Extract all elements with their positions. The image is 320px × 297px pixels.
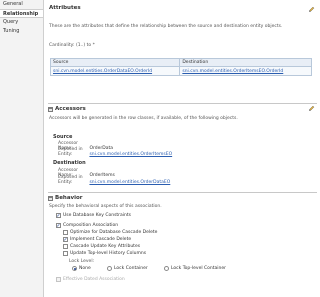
behavior-description: Specify the behavioral aspects of this a… xyxy=(49,204,162,209)
behavior-header[interactable]: − Behavior xyxy=(48,195,83,201)
cascade-update-checkbox[interactable] xyxy=(63,244,68,249)
composition-label: Composition Association xyxy=(63,223,119,228)
implement-cascade-checkbox[interactable]: ✓ xyxy=(63,237,68,242)
implement-cascade-label: Implement Cascade Delete xyxy=(70,237,132,242)
sidebar-item-tuning[interactable]: Tuning xyxy=(0,27,43,36)
collapse-toggle-icon[interactable]: − xyxy=(48,195,53,201)
lock-none-label: None xyxy=(79,266,91,271)
update-history-row[interactable]: Update Top-level History Columns xyxy=(63,251,146,256)
accessors-title: Accessors xyxy=(55,106,86,112)
source-attribute-link[interactable]: sni.cvn.model.entities.OrderDataEO.Order… xyxy=(49,66,181,76)
cardinality-row: Cardinality: (1..) to * xyxy=(49,43,95,48)
lock-top-level-option[interactable]: Lock Top-level Container xyxy=(164,266,226,271)
use-db-constraints-label: Use Database Key Constraints xyxy=(63,213,132,218)
lock-container-option[interactable]: Lock Container xyxy=(107,266,148,271)
update-history-label: Update Top-level History Columns xyxy=(70,251,147,256)
edit-attributes-pencil-icon[interactable] xyxy=(308,6,315,13)
cardinality-value: (1..) to * xyxy=(75,43,95,48)
effective-dated-row[interactable]: Effective Dated Association xyxy=(56,277,125,282)
lock-container-radio[interactable] xyxy=(107,266,112,271)
lock-top-level-radio[interactable] xyxy=(164,266,169,271)
attributes-title: Attributes xyxy=(49,5,81,11)
attributes-table: Source Destination sni.cvn.model.entitie… xyxy=(49,58,312,76)
behavior-title: Behavior xyxy=(55,195,83,201)
update-history-checkbox[interactable] xyxy=(63,251,68,256)
use-db-constraints-checkbox[interactable]: ✓ xyxy=(56,213,61,218)
optimize-cascade-label: Optimize for Database Cascade Delete xyxy=(70,230,158,235)
source-exposed-row: Exposed in Entity: sni.cvn.model.entitie… xyxy=(58,147,172,157)
optimize-cascade-checkbox[interactable] xyxy=(63,230,68,235)
destination-exposed-row: Exposed in Entity: sni.cvn.model.entitie… xyxy=(58,175,170,185)
column-header-destination: Destination xyxy=(179,58,312,67)
main-panel: Attributes These are the attributes that… xyxy=(45,0,320,297)
accessors-description: Accessors will be generated in the row c… xyxy=(49,116,238,121)
exposed-in-entity-label: Exposed in Entity: xyxy=(58,147,83,157)
sidebar-nav: General Relationship Query Tuning xyxy=(0,0,44,297)
optimize-cascade-row[interactable]: Optimize for Database Cascade Delete xyxy=(63,230,157,235)
lock-none-option[interactable]: None xyxy=(72,266,91,271)
sidebar-item-query[interactable]: Query xyxy=(0,18,43,27)
table-row: sni.cvn.model.entities.OrderDataEO.Order… xyxy=(49,66,312,76)
destination-subtitle: Destination xyxy=(53,160,86,166)
implement-cascade-row[interactable]: ✓ Implement Cascade Delete xyxy=(63,237,131,242)
cardinality-label: Cardinality: xyxy=(49,43,75,48)
lock-none-radio[interactable] xyxy=(72,266,77,271)
lock-level-label: Lock Level: xyxy=(69,259,95,264)
sidebar-item-general[interactable]: General xyxy=(0,0,43,9)
cascade-update-row[interactable]: Cascade Update Key Attributes xyxy=(63,244,140,249)
accessors-header[interactable]: − Accessors xyxy=(48,106,86,112)
effective-dated-checkbox[interactable] xyxy=(56,277,61,282)
source-subtitle: Source xyxy=(53,134,73,140)
lock-container-label: Lock Container xyxy=(114,266,148,271)
source-exposed-entity-link[interactable]: sni.cvn.model.entities.OrderItemsEO xyxy=(89,152,172,157)
composition-checkbox[interactable]: ✓ xyxy=(56,223,61,228)
effective-dated-label: Effective Dated Association xyxy=(63,277,125,282)
exposed-in-entity-label: Exposed in Entity: xyxy=(58,175,83,185)
destination-exposed-entity-link[interactable]: sni.cvn.model.entities.OrderDataEO xyxy=(89,180,170,185)
composition-row[interactable]: ✓ Composition Association xyxy=(56,223,118,228)
sidebar-item-relationship[interactable]: Relationship xyxy=(0,9,43,18)
destination-attribute-link[interactable]: sni.cvn.model.entities.OrderItemsEO.Orde… xyxy=(179,66,312,76)
column-header-source: Source xyxy=(49,58,181,67)
use-db-constraints-row[interactable]: ✓ Use Database Key Constraints xyxy=(56,213,131,218)
collapse-toggle-icon[interactable]: − xyxy=(48,106,53,112)
cascade-update-label: Cascade Update Key Attributes xyxy=(70,244,141,249)
edit-accessors-pencil-icon[interactable] xyxy=(308,105,315,112)
lock-top-level-label: Lock Top-level Container xyxy=(171,266,227,271)
attributes-description: These are the attributes that define the… xyxy=(49,24,283,29)
